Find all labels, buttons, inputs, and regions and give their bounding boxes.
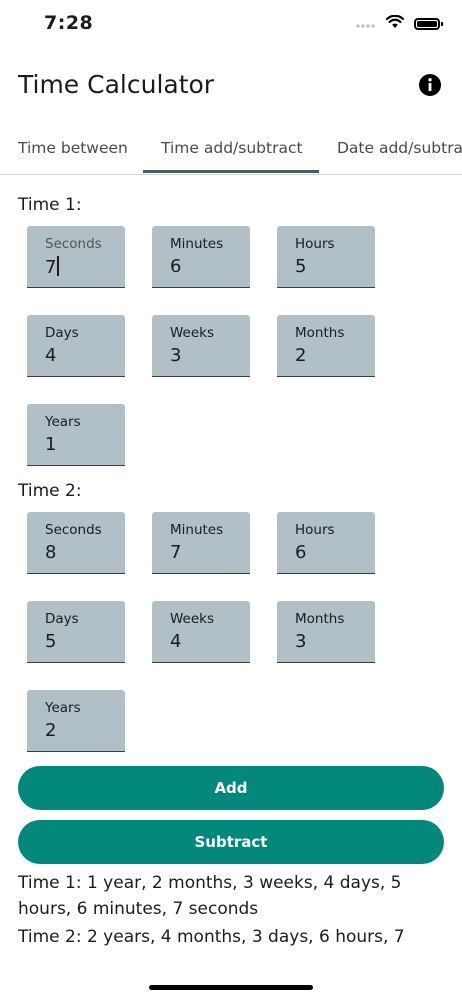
field-label: Years [45, 700, 81, 716]
cellular-signal-icon [356, 14, 376, 33]
add-button[interactable]: Add [18, 766, 444, 810]
field-value: 7 [170, 542, 182, 563]
tab-date-add-subtract[interactable]: Date add/subtract [337, 124, 462, 174]
field-value: 4 [170, 631, 182, 652]
app-title: Time Calculator [18, 70, 215, 99]
active-tab-indicator [143, 170, 319, 173]
tab-bar: Time between Time add/subtract Date add/… [0, 124, 462, 175]
time1-weeks-field[interactable]: Weeks 3 [152, 315, 250, 377]
status-time: 7:28 [44, 12, 94, 34]
field-label: Minutes [170, 522, 224, 538]
field-label: Months [295, 325, 345, 341]
time2-seconds-field[interactable]: Seconds 8 [27, 512, 125, 574]
time2-weeks-field[interactable]: Weeks 4 [152, 601, 250, 663]
field-value: 6 [295, 542, 307, 563]
field-value: 7 [45, 257, 57, 278]
field-label: Hours [295, 236, 335, 252]
results-area: Time 1: 1 year, 2 months, 3 weeks, 4 day… [0, 870, 462, 952]
time2-years-field[interactable]: Years 2 [27, 690, 125, 752]
home-indicator [149, 985, 313, 990]
time2-months-field[interactable]: Months 3 [277, 601, 375, 663]
time1-result: Time 1: 1 year, 2 months, 3 weeks, 4 day… [18, 873, 402, 919]
field-value: 3 [170, 345, 182, 366]
time1-years-field[interactable]: Years 1 [27, 404, 125, 466]
field-label: Weeks [170, 325, 215, 341]
time1-months-field[interactable]: Months 2 [277, 315, 375, 377]
field-label: Years [45, 414, 81, 430]
wifi-icon [385, 14, 405, 33]
field-value: 5 [295, 256, 307, 277]
time2-label: Time 2: [18, 481, 82, 501]
field-value: 3 [295, 631, 307, 652]
field-label: Months [295, 611, 345, 627]
field-label: Minutes [170, 236, 224, 252]
tab-time-between[interactable]: Time between [18, 124, 128, 174]
field-value: 6 [170, 256, 182, 277]
time1-minutes-field[interactable]: Minutes 6 [152, 226, 250, 288]
field-value: 2 [295, 345, 307, 366]
field-value-wrap: 7 [45, 256, 60, 278]
field-label: Seconds [45, 522, 102, 538]
time1-label: Time 1: [18, 195, 82, 215]
time2-result: Time 2: 2 years, 4 months, 3 days, 6 hou… [18, 927, 405, 947]
info-icon[interactable] [418, 73, 442, 97]
field-label: Days [45, 325, 79, 341]
time1-seconds-field[interactable]: Seconds 7 [27, 226, 125, 288]
battery-icon [414, 17, 443, 30]
field-value: 5 [45, 631, 57, 652]
time2-minutes-field[interactable]: Minutes 7 [152, 512, 250, 574]
field-value: 4 [45, 345, 57, 366]
tab-time-add-subtract[interactable]: Time add/subtract [161, 124, 303, 174]
field-label: Seconds [45, 236, 102, 252]
field-label: Weeks [170, 611, 215, 627]
field-label: Days [45, 611, 79, 627]
field-value: 2 [45, 720, 57, 741]
time1-hours-field[interactable]: Hours 5 [277, 226, 375, 288]
field-value: 1 [45, 434, 57, 455]
time2-days-field[interactable]: Days 5 [27, 601, 125, 663]
time1-days-field[interactable]: Days 4 [27, 315, 125, 377]
text-cursor [57, 256, 60, 276]
status-icons [356, 14, 443, 33]
field-label: Hours [295, 522, 335, 538]
time2-hours-field[interactable]: Hours 6 [277, 512, 375, 574]
subtract-button[interactable]: Subtract [18, 820, 444, 864]
field-value: 8 [45, 542, 57, 563]
